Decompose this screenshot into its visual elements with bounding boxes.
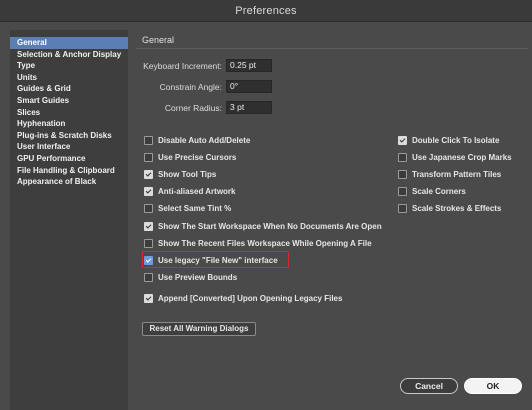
constrain-angle-label: Constrain Angle: [159, 81, 222, 92]
general-panel: General Keyboard Increment: 0.25 pt Cons… [136, 30, 528, 410]
checkbox-label: Select Same Tint % [158, 203, 232, 213]
keyboard-increment-label: Keyboard Increment: [143, 60, 222, 71]
sidebar-item-smart-guides[interactable]: Smart Guides [10, 95, 128, 107]
double-click-to-isolate-checkbox[interactable]: Double Click To Isolate [398, 134, 499, 146]
preferences-sidebar: General Selection & Anchor Display Type … [10, 30, 128, 410]
checkbox-box[interactable] [144, 135, 153, 145]
sidebar-item-selection-anchor-display[interactable]: Selection & Anchor Display [10, 49, 128, 61]
sidebar-item-plugins-scratch-disks[interactable]: Plug-ins & Scratch Disks [10, 130, 128, 142]
constrain-angle-field[interactable]: 0° [226, 80, 272, 93]
use-legacy-file-new-checkbox[interactable]: Use legacy "File New" interface [144, 254, 278, 266]
show-tool-tips-checkbox[interactable]: Show Tool Tips [144, 168, 216, 180]
checkbox-box[interactable] [398, 186, 407, 196]
select-same-tint-checkbox[interactable]: Select Same Tint % [144, 202, 231, 214]
use-japanese-crop-marks-checkbox[interactable]: Use Japanese Crop Marks [398, 151, 512, 163]
show-start-workspace-checkbox[interactable]: Show The Start Workspace When No Documen… [144, 220, 382, 232]
checkbox-label: Double Click To Isolate [412, 135, 500, 145]
checkbox-box[interactable] [398, 169, 407, 179]
corner-radius-label: Corner Radius: [164, 102, 222, 113]
checkbox-label: Use Preview Bounds [158, 272, 238, 282]
keyboard-increment-field[interactable]: 0.25 pt [226, 59, 272, 72]
transform-pattern-tiles-checkbox[interactable]: Transform Pattern Tiles [398, 168, 501, 180]
sidebar-item-units[interactable]: Units [10, 72, 128, 84]
checkbox-box-checked[interactable] [144, 186, 153, 196]
ok-button[interactable]: OK [464, 378, 522, 394]
checkbox-box[interactable] [144, 203, 153, 213]
checkbox-box[interactable] [144, 152, 153, 162]
corner-radius-row: Corner Radius: 3 pt [142, 101, 272, 114]
scale-corners-checkbox[interactable]: Scale Corners [398, 185, 466, 197]
anti-aliased-artwork-checkbox[interactable]: Anti-aliased Artwork [144, 185, 236, 197]
checkbox-box-checked[interactable] [144, 169, 153, 179]
checkbox-label: Show The Start Workspace When No Documen… [158, 221, 382, 231]
checkbox-box-checked[interactable] [144, 221, 153, 231]
use-preview-bounds-checkbox[interactable]: Use Preview Bounds [144, 271, 237, 283]
show-recent-files-workspace-checkbox[interactable]: Show The Recent Files Workspace While Op… [144, 237, 372, 249]
keyboard-increment-row: Keyboard Increment: 0.25 pt [142, 59, 272, 72]
use-precise-cursors-checkbox[interactable]: Use Precise Cursors [144, 151, 236, 163]
disable-auto-add-delete-checkbox[interactable]: Disable Auto Add/Delete [144, 134, 250, 146]
section-divider [136, 48, 528, 49]
section-title: General [142, 35, 175, 45]
checkbox-label: Use legacy "File New" interface [158, 255, 278, 265]
sidebar-item-slices[interactable]: Slices [10, 107, 128, 119]
sidebar-item-guides-grid[interactable]: Guides & Grid [10, 83, 128, 95]
cancel-button[interactable]: Cancel [400, 378, 458, 394]
checkbox-box-checked[interactable] [144, 255, 153, 265]
checkbox-label: Show The Recent Files Workspace While Op… [158, 238, 372, 248]
scale-strokes-effects-checkbox[interactable]: Scale Strokes & Effects [398, 202, 501, 214]
sidebar-list: General Selection & Anchor Display Type … [10, 30, 128, 188]
constrain-angle-row: Constrain Angle: 0° [142, 80, 272, 93]
sidebar-item-type[interactable]: Type [10, 60, 128, 72]
checkbox-label: Use Japanese Crop Marks [412, 152, 512, 162]
checkbox-label: Scale Corners [412, 186, 466, 196]
title-bar: Preferences [0, 0, 532, 22]
checkbox-box[interactable] [398, 203, 407, 213]
append-converted-checkbox[interactable]: Append [Converted] Upon Opening Legacy F… [144, 292, 342, 304]
sidebar-item-appearance-of-black[interactable]: Appearance of Black [10, 176, 128, 188]
checkbox-box[interactable] [144, 272, 153, 282]
window-title: Preferences [235, 4, 297, 17]
corner-radius-field[interactable]: 3 pt [226, 101, 272, 114]
checkbox-label: Scale Strokes & Effects [412, 203, 502, 213]
checkbox-label: Anti-aliased Artwork [158, 186, 236, 196]
sidebar-item-general[interactable]: General [10, 37, 128, 49]
checkbox-box[interactable] [144, 238, 153, 248]
checkbox-label: Show Tool Tips [158, 169, 217, 179]
reset-all-warning-dialogs-button[interactable]: Reset All Warning Dialogs [142, 322, 256, 336]
sidebar-item-file-handling-clipboard[interactable]: File Handling & Clipboard [10, 165, 128, 177]
sidebar-item-hyphenation[interactable]: Hyphenation [10, 118, 128, 130]
checkbox-box[interactable] [398, 152, 407, 162]
checkbox-label: Disable Auto Add/Delete [158, 135, 251, 145]
checkbox-label: Append [Converted] Upon Opening Legacy F… [158, 293, 343, 303]
checkbox-label: Transform Pattern Tiles [412, 169, 502, 179]
checkbox-label: Use Precise Cursors [158, 152, 237, 162]
checkbox-box-checked[interactable] [398, 135, 407, 145]
sidebar-item-gpu-performance[interactable]: GPU Performance [10, 153, 128, 165]
sidebar-item-user-interface[interactable]: User Interface [10, 141, 128, 153]
checkbox-box-checked[interactable] [144, 293, 153, 303]
